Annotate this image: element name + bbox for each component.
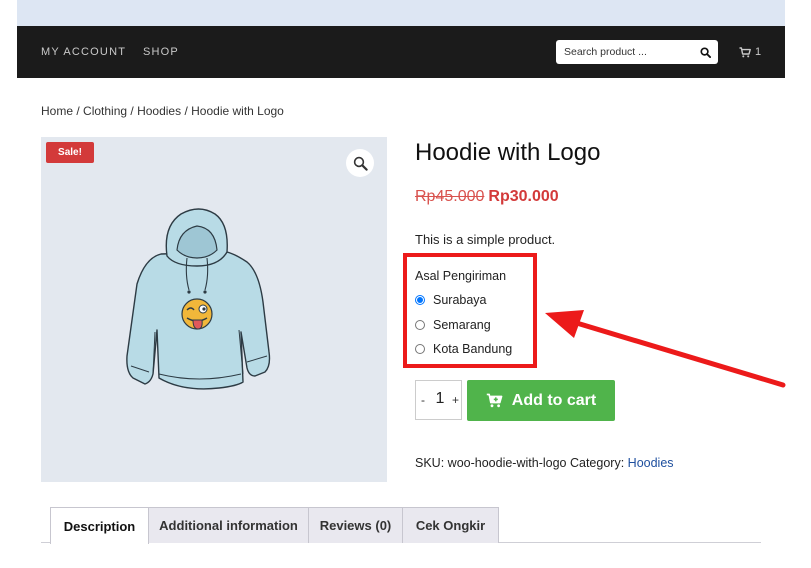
short-description: This is a simple product. [415, 232, 556, 247]
breadcrumb-clothing[interactable]: Clothing [83, 104, 127, 118]
nav-shop[interactable]: SHOP [143, 46, 179, 58]
breadcrumb-separator: / [181, 104, 192, 118]
page: MY ACCOUNT SHOP 1 Home / Clothing / Hood… [17, 0, 785, 568]
product-gallery[interactable]: Sale! [41, 137, 387, 482]
hoodie-image [126, 208, 271, 390]
tab-reviews[interactable]: Reviews (0) [308, 507, 403, 543]
breadcrumb: Home / Clothing / Hoodies / Hoodie with … [41, 104, 284, 118]
shopping-cart-icon [739, 46, 751, 57]
tab-cek-ongkir[interactable]: Cek Ongkir [402, 507, 499, 543]
quantity-stepper: - + [415, 380, 462, 420]
breadcrumb-separator: / [73, 104, 84, 118]
cart-plus-icon [486, 393, 503, 408]
tab-description[interactable]: Description [50, 507, 149, 544]
main-navigation: MY ACCOUNT SHOP 1 [17, 26, 785, 78]
product-price: Rp45.000 Rp30.000 [415, 188, 559, 206]
cart-link[interactable]: 1 [739, 45, 761, 59]
shipping-option-label: Semarang [433, 318, 491, 332]
category-link[interactable]: Hoodies [628, 456, 674, 470]
radio-semarang[interactable] [415, 320, 425, 330]
shipping-option-kota-bandung[interactable]: Kota Bandung [415, 342, 512, 356]
sku-label: SKU: [415, 456, 445, 470]
search-input[interactable] [556, 40, 692, 64]
search-icon [699, 46, 711, 58]
quantity-decrease-button[interactable]: - [421, 393, 425, 407]
top-band [17, 0, 785, 26]
sale-badge: Sale! [46, 142, 94, 163]
sku-value: woo-hoodie-with-logo [447, 456, 567, 470]
magnifier-icon [353, 156, 368, 171]
product-meta: SKU: woo-hoodie-with-logo Category: Hood… [415, 456, 674, 470]
breadcrumb-current: Hoodie with Logo [191, 104, 284, 118]
product-tabs: Description Additional information Revie… [41, 507, 761, 544]
tab-additional-information[interactable]: Additional information [148, 507, 309, 543]
shipping-origin-label: Asal Pengiriman [415, 269, 507, 283]
quantity-increase-button[interactable]: + [452, 393, 459, 407]
breadcrumb-home[interactable]: Home [41, 104, 73, 118]
breadcrumb-separator: / [127, 104, 138, 118]
quantity-input[interactable] [432, 390, 448, 408]
shipping-option-semarang[interactable]: Semarang [415, 318, 491, 332]
add-to-cart-label: Add to cart [511, 391, 597, 409]
regular-price: Rp45.000 [415, 188, 485, 205]
nav-my-account[interactable]: MY ACCOUNT [41, 46, 126, 58]
product-title: Hoodie with Logo [415, 139, 601, 166]
search-form [556, 40, 718, 64]
radio-surabaya[interactable] [415, 295, 425, 305]
cart-count: 1 [755, 46, 762, 58]
radio-kota-bandung[interactable] [415, 344, 425, 354]
shipping-option-label: Kota Bandung [433, 342, 513, 356]
shipping-option-label: Surabaya [433, 293, 487, 307]
search-button[interactable] [692, 40, 718, 64]
breadcrumb-hoodies[interactable]: Hoodies [137, 104, 181, 118]
shipping-option-surabaya[interactable]: Surabaya [415, 293, 487, 307]
add-to-cart-button[interactable]: Add to cart [467, 380, 615, 421]
zoom-button[interactable] [346, 149, 374, 177]
category-label: Category: [569, 456, 625, 470]
sale-price: Rp30.000 [488, 188, 559, 205]
